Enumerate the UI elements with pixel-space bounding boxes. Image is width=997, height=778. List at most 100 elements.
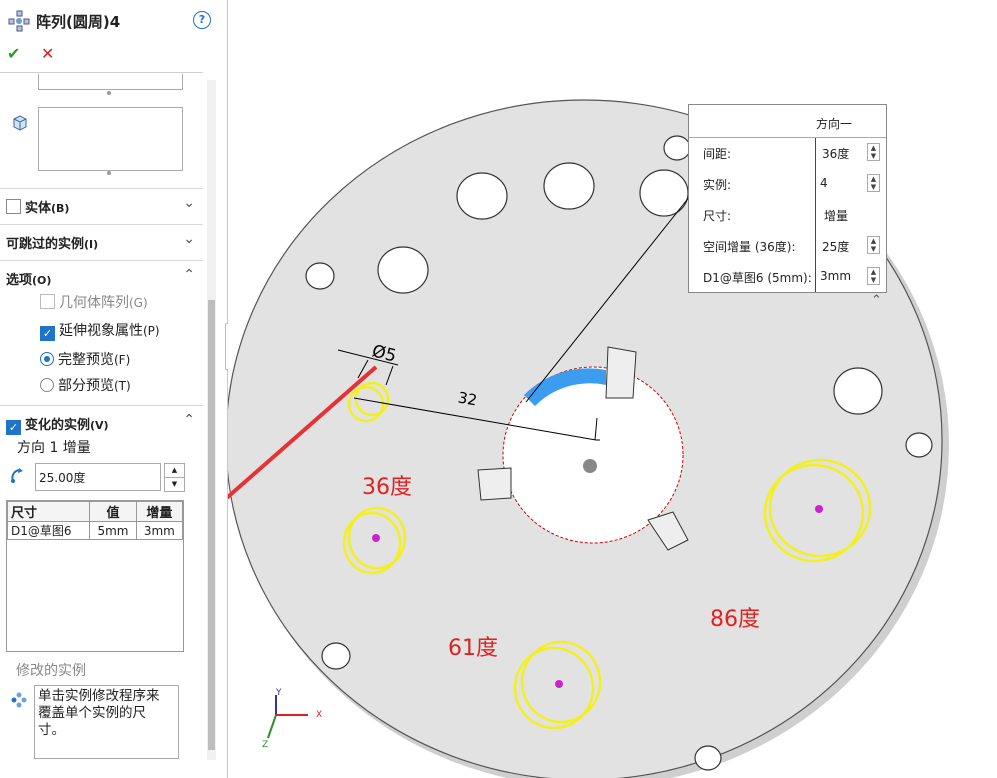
divider: [0, 72, 203, 73]
spin-button[interactable]: ▲ ▼: [867, 236, 880, 254]
chevron-up-icon[interactable]: ⌃: [183, 267, 195, 283]
popup-row-spacing[interactable]: 间距: 36度 ▲ ▼: [689, 137, 886, 168]
option-partial-label: 部分预览: [58, 378, 114, 394]
scrollbar-thumb[interactable]: [208, 300, 215, 750]
triad-z-label: Z: [262, 740, 269, 750]
full-preview-radio[interactable]: [40, 352, 54, 366]
section-skip-key: (I): [84, 238, 99, 251]
popup-row-value[interactable]: 25度: [822, 238, 849, 255]
spin-button[interactable]: ▲ ▼: [867, 174, 880, 192]
section-options-label: 选项: [6, 273, 33, 288]
popup-row-spatial-increment[interactable]: 空间增量 (36度): 25度 ▲ ▼: [689, 230, 886, 261]
table-cell[interactable]: 3mm: [135, 521, 184, 540]
ok-button[interactable]: ✔: [7, 44, 20, 63]
option-full-key: (F): [114, 353, 131, 367]
option-partial-preview[interactable]: 部分预览(T): [40, 375, 131, 395]
popup-row-value[interactable]: 3mm: [820, 269, 851, 283]
angle-annotation: 86度: [710, 607, 760, 632]
varied-checkbox[interactable]: ✓: [6, 420, 21, 435]
popup-row-value[interactable]: 增量: [824, 207, 848, 224]
popup-row-d1[interactable]: D1@草图6 (5mm): 3mm ▲ ▼: [689, 261, 886, 292]
section-varied-instances[interactable]: ✓ 变化的实例(V) ⌃: [0, 405, 203, 440]
bodies-checkbox[interactable]: [6, 199, 21, 214]
spin-button[interactable]: ▲ ▼: [867, 267, 880, 285]
length-dimension-label[interactable]: 32: [457, 388, 479, 409]
feature-title: 阵列(圆周)4: [36, 13, 121, 31]
collapse-chevron-icon[interactable]: ⌃: [871, 293, 882, 308]
help-icon[interactable]: ?: [193, 11, 211, 29]
section-bodies-label: 实体: [25, 201, 52, 216]
popup-row-label: D1@草图6 (5mm):: [703, 271, 812, 285]
section-bodies[interactable]: 实体(B) ⌄: [0, 188, 203, 223]
option-full-preview[interactable]: 完整预览(F): [40, 349, 130, 369]
resize-grip-icon[interactable]: [107, 171, 111, 175]
circular-pattern-icon: [8, 10, 30, 36]
popup-row-label: 实例:: [703, 178, 732, 192]
chevron-up-icon[interactable]: ⌃: [183, 412, 195, 428]
angle-spin-up[interactable]: ▲: [164, 463, 185, 478]
option-geometry-pattern[interactable]: 几何体阵列(G): [40, 292, 148, 312]
propagate-checkbox[interactable]: ✓: [40, 326, 55, 341]
popup-row-value[interactable]: 36度: [822, 145, 849, 162]
panel-scrollbar[interactable]: [207, 80, 216, 760]
chevron-down-icon[interactable]: ⌄: [183, 195, 195, 211]
angle-increment-value: 25.00度: [39, 471, 86, 485]
popup-row-label: 空间增量 (36度):: [703, 240, 796, 254]
body-icon: [11, 114, 29, 136]
section-options[interactable]: 选项(O) ⌃: [0, 260, 203, 295]
option-partial-key: (T): [114, 379, 131, 393]
triad-x-label: X: [316, 710, 323, 720]
direction-popup-table[interactable]: 方向一 间距: 36度 ▲ ▼ 实例: 4 ▲ ▼ 尺寸: 增量 空间增量 (36度…: [688, 104, 887, 293]
partial-preview-radio[interactable]: [40, 378, 54, 392]
column-header: 尺寸: [6, 501, 91, 522]
section-options-key: (O): [32, 274, 52, 287]
modified-instances-box[interactable]: 单击实例修改程序来覆盖单个实例的尺寸。: [34, 685, 179, 759]
chevron-down-icon[interactable]: ⌄: [183, 231, 195, 247]
key-slot: [605, 346, 637, 399]
resize-grip-icon[interactable]: [107, 91, 111, 95]
option-geometry-key: (G): [129, 296, 148, 310]
section-skip-label: 可跳过的实例: [6, 237, 85, 252]
angle-increment-input[interactable]: 25.00度: [35, 463, 161, 491]
table-cell[interactable]: 5mm: [89, 521, 137, 540]
option-propagate-label: 延伸视象属性: [59, 323, 143, 339]
option-propagate-visual[interactable]: ✓ 延伸视象属性(P): [40, 320, 160, 341]
section-bodies-key: (B): [51, 202, 70, 215]
angle-increment-icon: [9, 467, 29, 489]
popup-row-label: 间距:: [703, 147, 732, 161]
popup-row-value[interactable]: 4: [820, 176, 828, 190]
angle-annotation: 61度: [448, 636, 498, 661]
instances-icon: [9, 690, 29, 714]
angle-annotation: 36度: [362, 475, 412, 500]
origin-marker: [583, 459, 597, 473]
popup-row-dimension[interactable]: 尺寸: 增量: [689, 199, 886, 230]
axis-triad: [267, 695, 308, 739]
bodies-selection-box[interactable]: [38, 107, 183, 171]
popup-header: 方向一: [816, 117, 853, 131]
triad-y-label: Y: [276, 688, 282, 698]
section-varied-key: (V): [90, 419, 109, 432]
direction-increment-label: 方向 1 增量: [17, 440, 91, 456]
popup-row-instances[interactable]: 实例: 4 ▲ ▼: [689, 168, 886, 199]
column-header: 增量: [135, 501, 184, 522]
spin-button[interactable]: ▲ ▼: [867, 143, 880, 161]
key-slot: [477, 467, 512, 501]
table-cell[interactable]: D1@草图6: [6, 521, 91, 540]
varied-dimension-table[interactable]: 尺寸 值 增量 D1@草图6 5mm 3mm: [6, 500, 184, 652]
feature-title-bar: 阵列(圆周)4 ?: [0, 0, 227, 40]
modified-instances-label: 修改的实例: [16, 663, 86, 679]
modified-hint-text: 单击实例修改程序来覆盖单个实例的尺寸。: [38, 688, 160, 738]
option-propagate-key: (P): [143, 324, 160, 338]
column-header: 值: [89, 501, 137, 522]
geometry-checkbox[interactable]: [40, 294, 55, 309]
popup-row-label: 尺寸:: [703, 209, 732, 223]
cancel-button[interactable]: ✕: [41, 44, 54, 63]
section-skip-instances[interactable]: 可跳过的实例(I) ⌄: [0, 224, 203, 259]
section-varied-label: 变化的实例: [25, 418, 91, 433]
selection-box-top[interactable]: [38, 74, 183, 90]
table-row[interactable]: D1@草图6 5mm 3mm: [6, 521, 184, 540]
angle-spin-down[interactable]: ▼: [164, 477, 185, 492]
property-manager: 阵列(圆周)4 ? ✔ ✕ 实体(B) ⌄ 可跳过的实例(I) ⌄ 选项(O) …: [0, 0, 236, 778]
option-full-label: 完整预览: [58, 352, 114, 368]
table-header-row: 尺寸 值 增量: [6, 501, 184, 522]
